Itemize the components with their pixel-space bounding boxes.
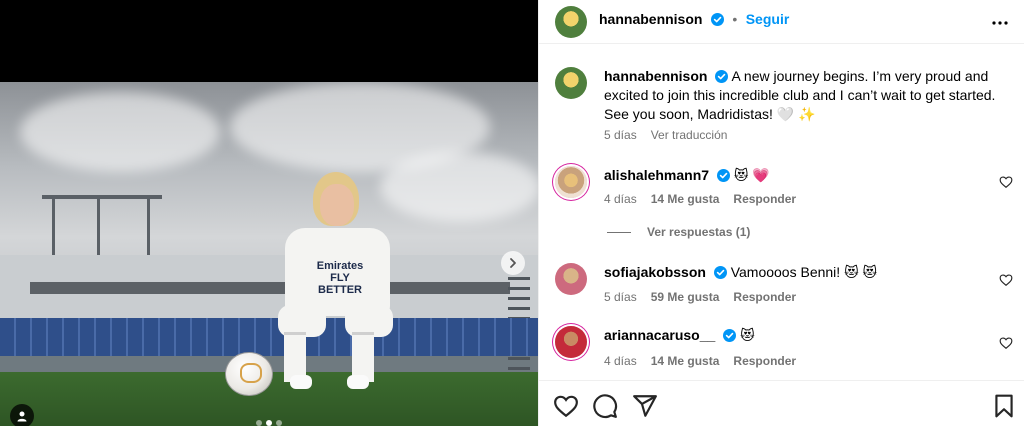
player-boot xyxy=(290,375,312,389)
verified-badge-icon xyxy=(723,329,737,342)
carousel-next-button[interactable] xyxy=(501,251,525,275)
avatar[interactable] xyxy=(555,263,587,295)
heart-icon[interactable] xyxy=(553,393,579,419)
user-tag-button[interactable] xyxy=(10,404,34,426)
chevron-right-icon xyxy=(510,258,516,268)
carousel-indicator xyxy=(256,420,282,426)
translate-link[interactable]: Ver traducción xyxy=(651,128,728,142)
comment-username[interactable]: alishalehmann7 xyxy=(604,167,709,183)
user-tag-icon xyxy=(17,411,27,422)
heart-icon[interactable] xyxy=(999,336,1013,350)
comment: ariannacaruso__ 😻 xyxy=(604,326,755,345)
avatar[interactable] xyxy=(555,166,587,198)
comment: sofiajakobsson Vamoooos Benni! 😻 😻 xyxy=(604,263,877,282)
caption-username[interactable]: hannabennison xyxy=(604,68,707,84)
comment-time[interactable]: 4 días xyxy=(604,192,637,206)
football xyxy=(225,352,273,396)
comment-time[interactable]: 4 días xyxy=(604,354,637,368)
bookmark-icon[interactable] xyxy=(991,393,1017,419)
shirt-sponsor: Emirates FLY BETTER xyxy=(316,260,364,296)
author-username[interactable]: hannabennison xyxy=(599,11,702,27)
comment-username[interactable]: sofiajakobsson xyxy=(604,264,706,280)
player-face xyxy=(320,184,354,226)
post-header: hannabennison • Seguir xyxy=(539,0,1024,44)
follow-button[interactable]: Seguir xyxy=(746,11,790,27)
comment-username[interactable]: ariannacaruso__ xyxy=(604,327,715,343)
carousel-dot xyxy=(276,420,282,426)
post-sidebar: hannabennison • Seguir hannabennison A n… xyxy=(538,0,1024,426)
reply-button[interactable]: Responder xyxy=(733,354,796,368)
share-icon[interactable] xyxy=(632,393,658,419)
comment-meta: 5 días 59 Me gusta Responder xyxy=(604,290,796,304)
caption: hannabennison A new journey begins. I’m … xyxy=(604,67,1004,124)
reply-button[interactable]: Responder xyxy=(733,290,796,304)
stadium-roof xyxy=(30,282,510,294)
stadium-seats xyxy=(0,318,538,356)
view-replies[interactable]: Ver respuestas (1) xyxy=(607,225,750,239)
cloud xyxy=(380,152,538,222)
view-replies-label[interactable]: Ver respuestas (1) xyxy=(647,225,750,239)
comment-text: 😻 💗 xyxy=(733,167,770,183)
caption-meta: 5 días Ver traducción xyxy=(604,128,727,142)
comment-likes[interactable]: 14 Me gusta xyxy=(651,354,720,368)
verified-badge-icon xyxy=(713,266,727,279)
comment: alishalehmann7 😻 💗 xyxy=(604,166,770,185)
reply-button[interactable]: Responder xyxy=(733,192,796,206)
comment-meta: 4 días 14 Me gusta Responder xyxy=(604,192,796,206)
comment-text: Vamoooos Benni! 😻 😻 xyxy=(730,264,878,280)
player-boot xyxy=(347,375,369,389)
verified-badge-icon xyxy=(715,70,729,83)
heart-icon[interactable] xyxy=(999,175,1013,189)
avatar[interactable] xyxy=(555,6,587,38)
comment-likes[interactable]: 14 Me gusta xyxy=(651,192,720,206)
verified-badge-icon xyxy=(710,13,724,26)
comment-text: 😻 xyxy=(740,327,755,343)
post-media: Emirates FLY BETTER xyxy=(0,0,538,426)
caption-time[interactable]: 5 días xyxy=(604,128,637,142)
verified-badge-icon xyxy=(716,169,730,182)
post-actions xyxy=(539,380,1024,426)
comment-meta: 4 días 14 Me gusta Responder xyxy=(604,354,796,368)
comment-time[interactable]: 5 días xyxy=(604,290,637,304)
avatar[interactable] xyxy=(555,326,587,358)
avatar[interactable] xyxy=(555,67,587,99)
header-user: hannabennison • Seguir xyxy=(599,11,789,29)
comment-likes[interactable]: 59 Me gusta xyxy=(651,290,720,304)
more-options-icon[interactable] xyxy=(991,14,1009,32)
carousel-dot xyxy=(256,420,262,426)
separator-dot: • xyxy=(732,11,738,27)
comment-icon[interactable] xyxy=(592,393,618,419)
replies-line xyxy=(607,231,631,233)
carousel-dot-active xyxy=(266,420,272,426)
cloud xyxy=(20,92,220,172)
comments-section[interactable]: hannabennison A new journey begins. I’m … xyxy=(539,45,1024,380)
floodlight-tower xyxy=(42,195,162,259)
heart-icon[interactable] xyxy=(999,273,1013,287)
